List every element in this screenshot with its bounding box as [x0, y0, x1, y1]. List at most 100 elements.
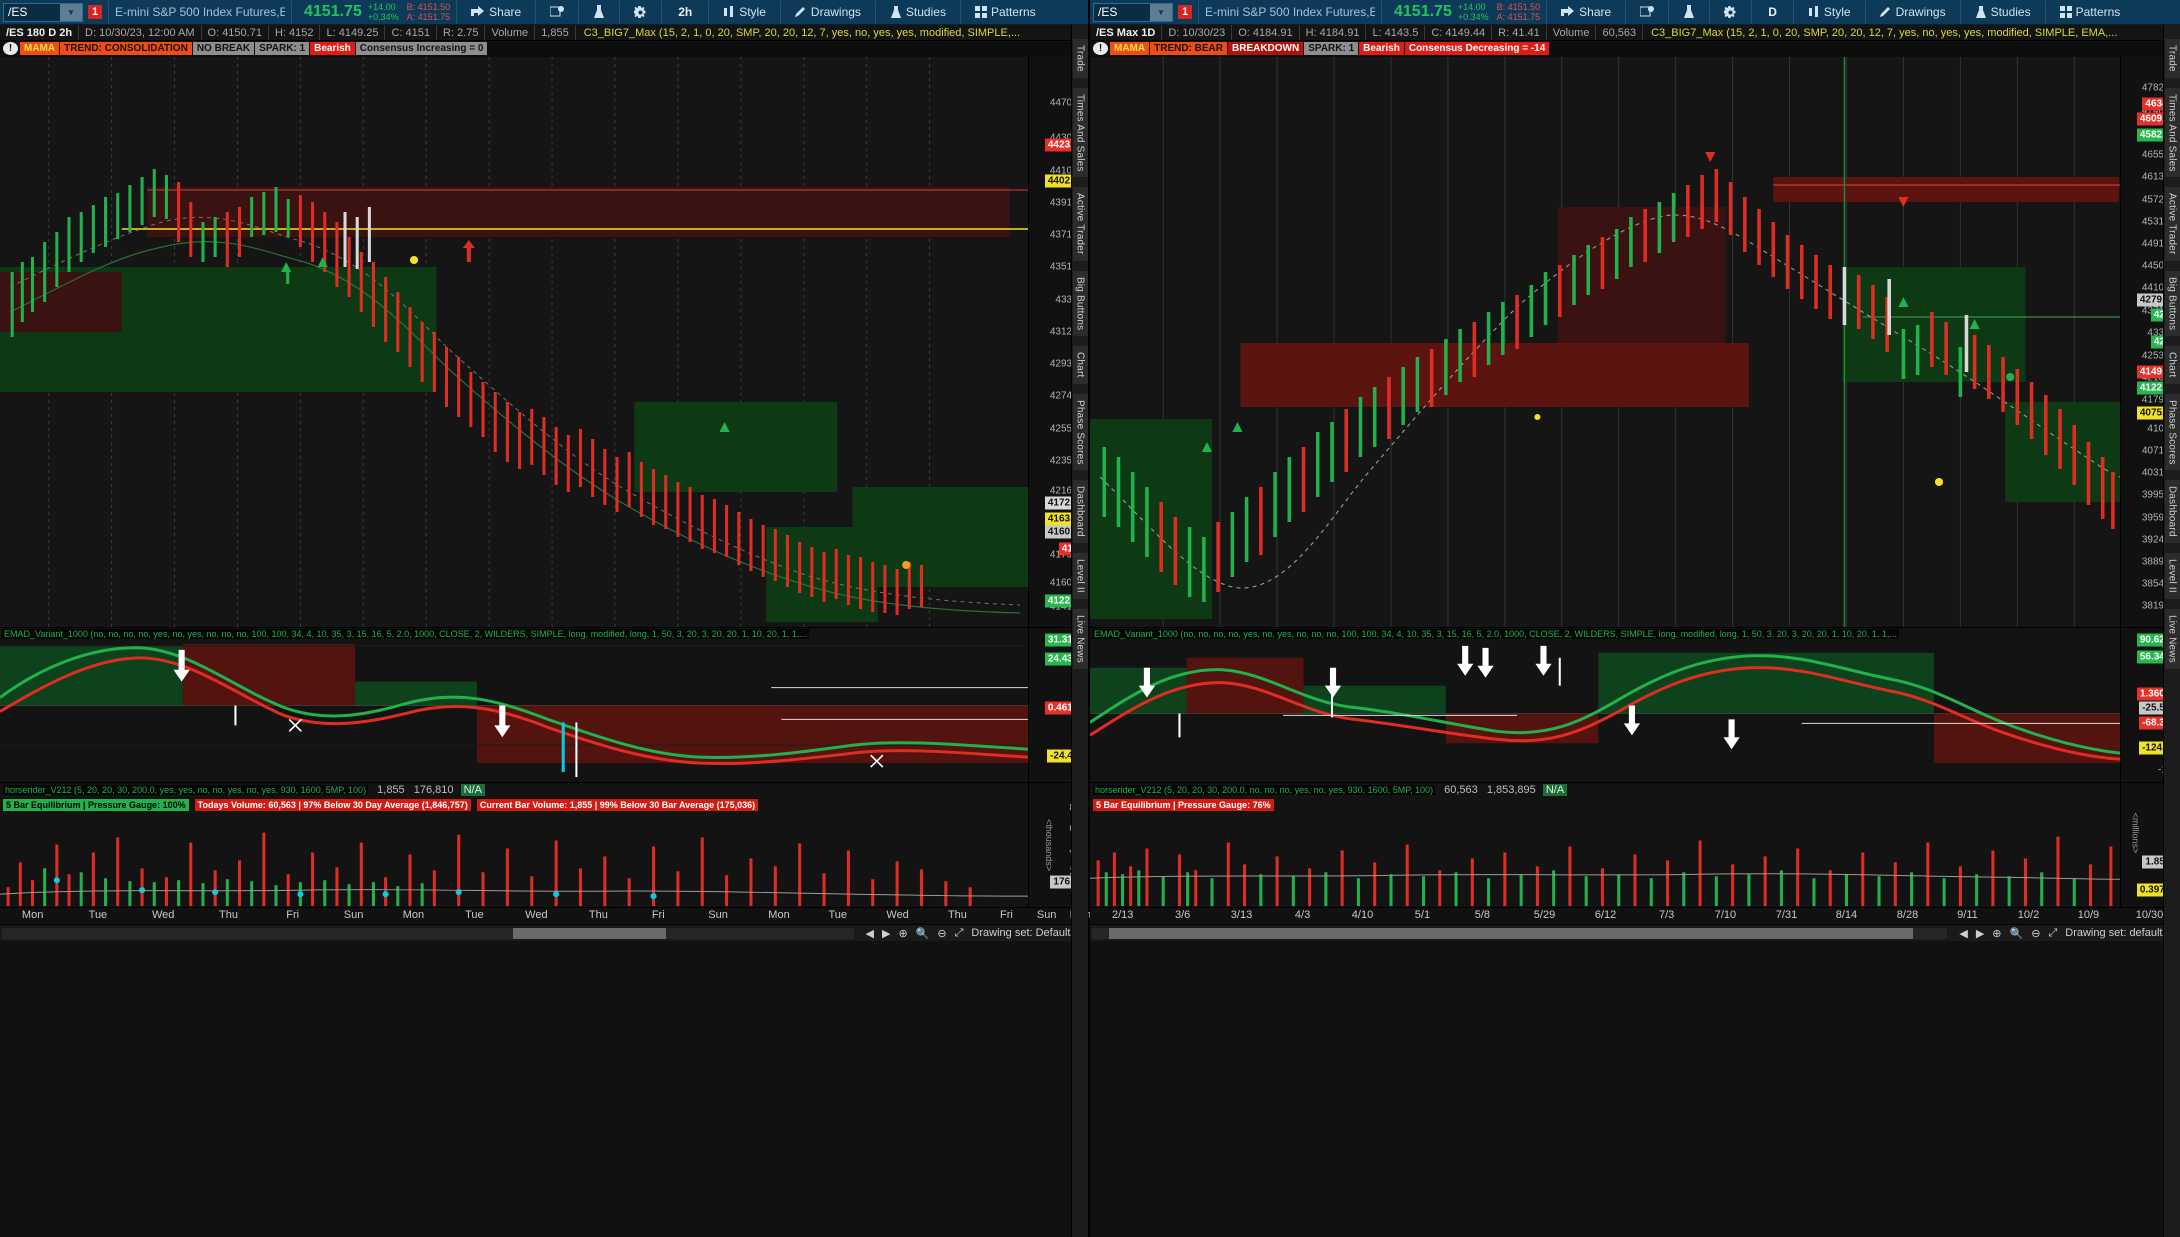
studies-menu[interactable]: Studies: [1967, 0, 2039, 25]
sidebar-item-chart[interactable]: Chart: [2164, 346, 2180, 384]
drawings-menu[interactable]: Drawings: [787, 0, 869, 25]
sidebar-item-active-trader[interactable]: Active Trader: [2164, 187, 2180, 261]
drawing-set-label-right[interactable]: Drawing set: default: [2065, 927, 2162, 939]
time-tick: Wed: [151, 909, 175, 921]
emad-legend-right: EMAD_Variant_1000 (no, no, no, no, yes, …: [1092, 629, 1899, 639]
divider: [456, 0, 458, 24]
sidebar-item-dashboard[interactable]: Dashboard: [1072, 480, 1088, 544]
note-button[interactable]: [542, 0, 572, 25]
symbol-input-left[interactable]: /ES ▼: [3, 2, 83, 22]
price-change-pct: +0.34%: [1457, 12, 1489, 22]
divider: [291, 0, 292, 24]
gear-icon: [1724, 5, 1736, 18]
horizontal-scrollbar-left[interactable]: [2, 927, 854, 939]
price-chart-right[interactable]: 4782.86 4740.43 4697.59 4655.53 4613.44 …: [1090, 57, 2180, 627]
sidebar-item-dashboard[interactable]: Dashboard: [2164, 480, 2180, 544]
study-pane-volume-left[interactable]: horserider_V212 (5, 20, 20, 30, 200.0, y…: [0, 782, 1088, 907]
sidebar-item-trade[interactable]: Trade: [1072, 39, 1088, 78]
sidebar-item-chart[interactable]: Chart: [1072, 346, 1088, 384]
flask-button[interactable]: [1675, 0, 1703, 25]
side-rail-right: Trade Times And Sales Active Trader Big …: [2163, 25, 2180, 1237]
study-pane-emad-right[interactable]: EMAD_Variant_1000 (no, no, no, no, yes, …: [1090, 627, 2180, 782]
sidebar-item-times-and-sales[interactable]: Times And Sales: [2164, 87, 2180, 178]
emad-plot-right[interactable]: EMAD_Variant_1000 (no, no, no, no, yes, …: [1090, 628, 2120, 782]
studies-label: Studies: [905, 5, 946, 19]
beaker-icon: [1975, 5, 1986, 18]
last-price: 4151.75: [1394, 3, 1452, 20]
chart-number-badge[interactable]: 1: [1178, 5, 1192, 19]
zoom-reset-icon[interactable]: ⊕: [1992, 927, 2001, 940]
sidebar-item-live-news[interactable]: Live News: [1072, 608, 1088, 669]
price-change-group: +14.00 +0.34%: [368, 2, 399, 22]
sidebar-item-level-ii[interactable]: Level II: [2164, 553, 2180, 599]
volume-legend-right: horserider_V212 (5, 20, 20, 30, 200.0, n…: [1093, 785, 1436, 795]
pencil-icon: [1879, 7, 1890, 17]
timeframe-selector[interactable]: D: [1758, 5, 1787, 19]
sidebar-item-phase-scores[interactable]: Phase Scores: [2164, 393, 2180, 471]
share-icon: [471, 6, 485, 16]
drawing-set-label-left[interactable]: Drawing set: Default: [971, 927, 1070, 939]
share-button[interactable]: Share: [1553, 0, 1619, 25]
step-right-icon[interactable]: ▶: [1976, 927, 1984, 940]
sidebar-item-times-and-sales[interactable]: Times And Sales: [1072, 87, 1088, 178]
emad-histogram-right: [1090, 628, 2120, 782]
zoom-in-icon[interactable]: 🔍: [916, 927, 930, 940]
chart-number-badge[interactable]: 1: [88, 5, 102, 19]
fit-icon[interactable]: ⤢: [955, 927, 964, 940]
sidebar-item-active-trader[interactable]: Active Trader: [1072, 187, 1088, 261]
study-pane-emad-left[interactable]: EMAD_Variant_1000 (no, no, no, no, yes, …: [0, 627, 1088, 782]
sidebar-item-phase-scores[interactable]: Phase Scores: [1072, 393, 1088, 471]
timeframe-selector[interactable]: 2h: [668, 5, 702, 19]
symbol-text: /ES: [8, 5, 28, 19]
todays-volume-banner: Todays Volume: 60,563 | 97% Below 30 Day…: [194, 799, 471, 811]
settings-button[interactable]: [626, 0, 655, 25]
info-volume-label: Volume: [1547, 25, 1597, 40]
sidebar-item-trade[interactable]: Trade: [2164, 39, 2180, 78]
patterns-menu[interactable]: Patterns: [967, 0, 1050, 25]
studies-label: Studies: [1990, 5, 2031, 19]
style-menu[interactable]: Style: [715, 0, 774, 25]
sidebar-item-big-buttons[interactable]: Big Buttons: [1072, 270, 1088, 337]
share-button[interactable]: Share: [463, 0, 529, 25]
sidebar-item-level-ii[interactable]: Level II: [1072, 553, 1088, 599]
flask-button[interactable]: [585, 0, 613, 25]
zoom-out-icon[interactable]: ⊖: [2031, 927, 2040, 940]
style-menu[interactable]: Style: [1800, 0, 1859, 25]
settings-button[interactable]: [1716, 0, 1745, 25]
fit-icon[interactable]: ⤢: [2048, 927, 2057, 940]
note-button[interactable]: [1632, 0, 1662, 25]
volume-plot-left[interactable]: horserider_V212 (5, 20, 20, 30, 200.0, y…: [0, 783, 1028, 907]
step-left-icon[interactable]: ◀: [866, 927, 874, 940]
step-left-icon[interactable]: ◀: [1959, 927, 1967, 940]
time-tick: Thu: [588, 909, 608, 921]
step-right-icon[interactable]: ▶: [882, 927, 890, 940]
scrollbar-thumb[interactable]: [512, 927, 667, 939]
sidebar-item-big-buttons[interactable]: Big Buttons: [2164, 270, 2180, 337]
status-break: NO BREAK: [192, 42, 255, 55]
chart-panel-left: /ES ▼ 1 E-mini S&P 500 Index Futures,ETH…: [0, 0, 1091, 1237]
scrollbar-thumb[interactable]: [1109, 927, 1914, 939]
zoom-out-icon[interactable]: ⊖: [937, 927, 946, 940]
price-plot-area[interactable]: [1090, 57, 2120, 627]
price-chart-left[interactable]: 4470.86 4430.82 4410.94 4391.15 4371.44 …: [0, 57, 1088, 627]
chevron-down-icon[interactable]: ▼: [60, 3, 82, 21]
volume-plot-right[interactable]: horserider_V212 (5, 20, 20, 30, 200.0, n…: [1090, 783, 2120, 907]
study-pane-volume-right[interactable]: horserider_V212 (5, 20, 20, 30, 200.0, n…: [1090, 782, 2180, 907]
horizontal-scrollbar-right[interactable]: [1092, 927, 1948, 939]
warning-icon: !: [3, 42, 18, 55]
zoom-reset-icon[interactable]: ⊕: [898, 927, 907, 940]
price-change: +14.00: [367, 2, 396, 12]
chevron-down-icon[interactable]: ▼: [1150, 3, 1172, 21]
sidebar-item-live-news[interactable]: Live News: [2164, 608, 2180, 669]
info-study-params: C3_BIG7_Max (15, 2, 1, 0, 20, SMP, 20, 2…: [583, 26, 1021, 39]
info-low: L: 4143.5: [1366, 25, 1426, 40]
side-rail-left: Trade Times And Sales Active Trader Big …: [1071, 25, 1088, 1237]
drawings-menu[interactable]: Drawings: [1872, 0, 1954, 25]
symbol-input-right[interactable]: /ES ▼: [1093, 2, 1173, 22]
divider: [1546, 0, 1548, 24]
patterns-menu[interactable]: Patterns: [2052, 0, 2135, 25]
emad-plot-left[interactable]: EMAD_Variant_1000 (no, no, no, no, yes, …: [0, 628, 1028, 782]
zoom-in-icon[interactable]: 🔍: [2010, 927, 2024, 940]
studies-menu[interactable]: Studies: [882, 0, 954, 25]
price-plot-area[interactable]: [0, 57, 1028, 627]
